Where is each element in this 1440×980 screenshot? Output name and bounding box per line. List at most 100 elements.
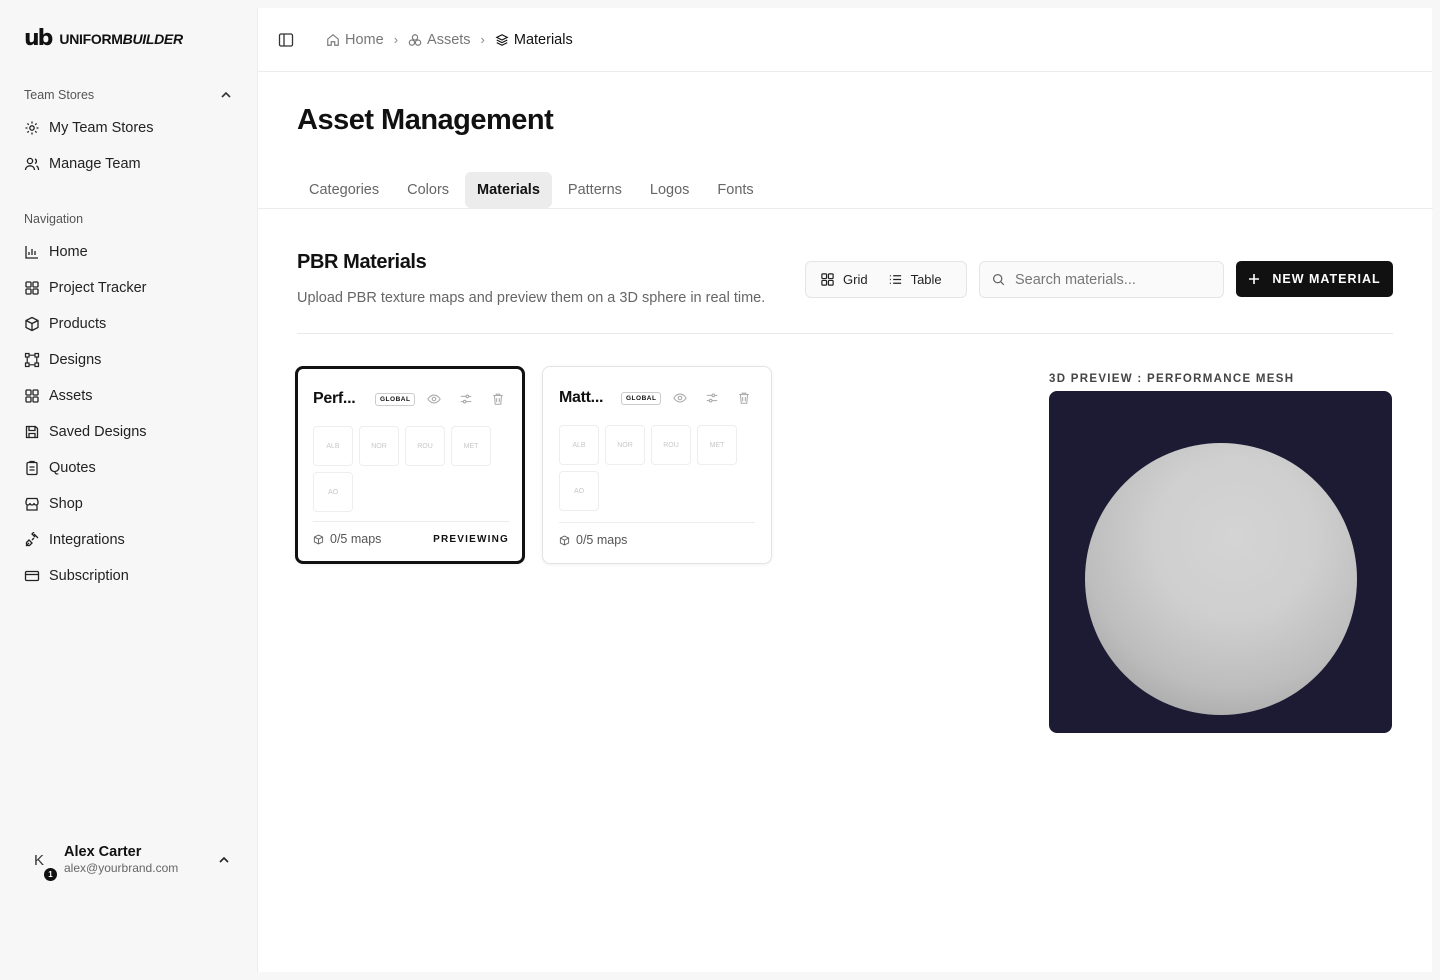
team-stores-section-header[interactable]: Team Stores (24, 88, 232, 102)
tab-patterns[interactable]: Patterns (556, 172, 634, 208)
breadcrumb: Home › Assets › Materials (326, 32, 573, 48)
sidebar-item-label: Home (49, 244, 88, 260)
map-slot-metallic[interactable]: MET (451, 426, 491, 466)
section-description: Upload PBR texture maps and preview them… (297, 290, 766, 306)
sidebar-item-products[interactable]: Products (24, 310, 106, 338)
breadcrumb-assets[interactable]: Assets (408, 32, 471, 48)
sidebar-item-shop[interactable]: Shop (24, 490, 83, 518)
sidebar-item-home[interactable]: Home (24, 238, 88, 266)
logo-mark: ub (24, 26, 53, 51)
table-view-button[interactable]: Table (888, 272, 942, 287)
users-icon (24, 157, 40, 171)
new-material-label: NEW MATERIAL (1272, 272, 1381, 286)
settings-sliders-icon[interactable] (459, 392, 473, 406)
eye-icon[interactable] (427, 392, 442, 406)
chevron-up-icon[interactable] (218, 854, 230, 866)
tab-materials[interactable]: Materials (465, 172, 552, 208)
logo-text-secondary: BUILDER (122, 31, 183, 47)
breadcrumb-label: Assets (427, 31, 471, 48)
cube-icon (313, 533, 324, 545)
cube-icon (559, 534, 570, 546)
sidebar-item-my-team-stores[interactable]: My Team Stores (24, 114, 154, 142)
map-slot-metallic[interactable]: MET (697, 425, 737, 465)
user-email: alex@yourbrand.com (64, 861, 179, 875)
texture-map-slots: ALB NOR ROU MET AO (313, 426, 509, 512)
tabs-divider (258, 208, 1433, 209)
sidebar: ub UNIFORMBUILDER Team Stores My Team St… (0, 0, 257, 980)
sidebar-item-label: Assets (49, 388, 93, 404)
save-icon (25, 425, 39, 439)
gear-icon (25, 121, 39, 135)
page-title: Asset Management (297, 104, 554, 136)
sidebar-item-label: Shop (49, 496, 83, 512)
sidebar-item-label: Manage Team (49, 156, 141, 172)
home-icon (327, 33, 339, 46)
tab-fonts[interactable]: Fonts (705, 172, 765, 208)
list-icon (889, 275, 901, 284)
map-slot-roughness[interactable]: ROU (405, 426, 445, 466)
breadcrumb-label: Home (345, 31, 384, 48)
sidebar-item-assets[interactable]: Assets (24, 382, 93, 410)
breadcrumb-home[interactable]: Home (326, 32, 384, 48)
material-card[interactable]: Perf... GLOBAL ALB NOR ROU MET AO 0/5 ma… (295, 366, 525, 564)
tab-categories[interactable]: Categories (297, 172, 391, 208)
trash-icon[interactable] (737, 391, 751, 405)
sidebar-item-label: Saved Designs (49, 424, 147, 440)
sidebar-toggle-icon[interactable] (278, 32, 294, 48)
user-menu[interactable]: K 1 Alex Carter alex@yourbrand.com (24, 840, 234, 881)
box-icon (25, 316, 39, 332)
sidebar-item-project-tracker[interactable]: Project Tracker (24, 274, 147, 302)
notification-badge: 1 (44, 868, 57, 881)
asset-tabs: Categories Colors Materials Patterns Log… (297, 172, 770, 208)
map-slot-albedo[interactable]: ALB (313, 426, 353, 466)
main-panel: Home › Assets › Materials Asset Manageme… (257, 8, 1433, 972)
tab-colors[interactable]: Colors (395, 172, 461, 208)
logo-text-primary: UNIFORM (59, 31, 123, 47)
map-slot-albedo[interactable]: ALB (559, 425, 599, 465)
sidebar-item-quotes[interactable]: Quotes (24, 454, 96, 482)
sidebar-item-label: Quotes (49, 460, 96, 476)
sidebar-item-saved-designs[interactable]: Saved Designs (24, 418, 147, 446)
map-slot-normal[interactable]: NOR (605, 425, 645, 465)
grid-view-button[interactable]: Grid (820, 272, 868, 287)
sidebar-item-manage-team[interactable]: Manage Team (24, 150, 141, 178)
material-name: Matt... (559, 389, 604, 406)
navigation-section-header: Navigation (24, 212, 232, 226)
layers-icon (495, 33, 509, 46)
search-input[interactable] (1015, 271, 1205, 288)
grid-icon (821, 273, 834, 286)
sidebar-item-subscription[interactable]: Subscription (24, 562, 129, 590)
eye-icon[interactable] (673, 391, 688, 405)
texture-map-slots: ALB NOR ROU MET AO (559, 425, 755, 511)
new-material-button[interactable]: NEW MATERIAL (1236, 261, 1393, 297)
trash-icon[interactable] (491, 392, 505, 406)
map-slot-ao[interactable]: AO (313, 472, 353, 512)
brand-logo[interactable]: ub UNIFORMBUILDER (24, 28, 183, 50)
sidebar-item-designs[interactable]: Designs (24, 346, 101, 374)
sidebar-item-label: Subscription (49, 568, 129, 584)
material-name: Perf... (313, 390, 356, 407)
avatar: K 1 (24, 844, 57, 881)
map-slot-ao[interactable]: AO (559, 471, 599, 511)
previewing-status: PREVIEWING (433, 533, 509, 545)
map-slot-roughness[interactable]: ROU (651, 425, 691, 465)
assets-icon (408, 33, 422, 46)
plug-icon (25, 532, 39, 547)
breadcrumb-materials: Materials (495, 32, 573, 48)
sidebar-item-label: My Team Stores (49, 120, 154, 136)
maps-count: 0/5 maps (330, 532, 382, 546)
team-stores-heading: Team Stores (24, 88, 95, 102)
section-title: PBR Materials (297, 251, 427, 273)
grid-view-label: Grid (843, 272, 868, 287)
map-slot-normal[interactable]: NOR (359, 426, 399, 466)
user-name: Alex Carter (64, 844, 142, 860)
settings-sliders-icon[interactable] (705, 391, 719, 405)
sidebar-item-label: Integrations (49, 532, 125, 548)
table-view-label: Table (910, 272, 942, 287)
store-icon (25, 497, 39, 511)
sidebar-item-integrations[interactable]: Integrations (24, 526, 125, 554)
tab-logos[interactable]: Logos (638, 172, 702, 208)
3d-preview-viewport[interactable] (1049, 391, 1392, 733)
avatar-initial: K (34, 851, 45, 869)
material-card[interactable]: Matt... GLOBAL ALB NOR ROU MET AO 0/5 ma… (542, 366, 772, 564)
